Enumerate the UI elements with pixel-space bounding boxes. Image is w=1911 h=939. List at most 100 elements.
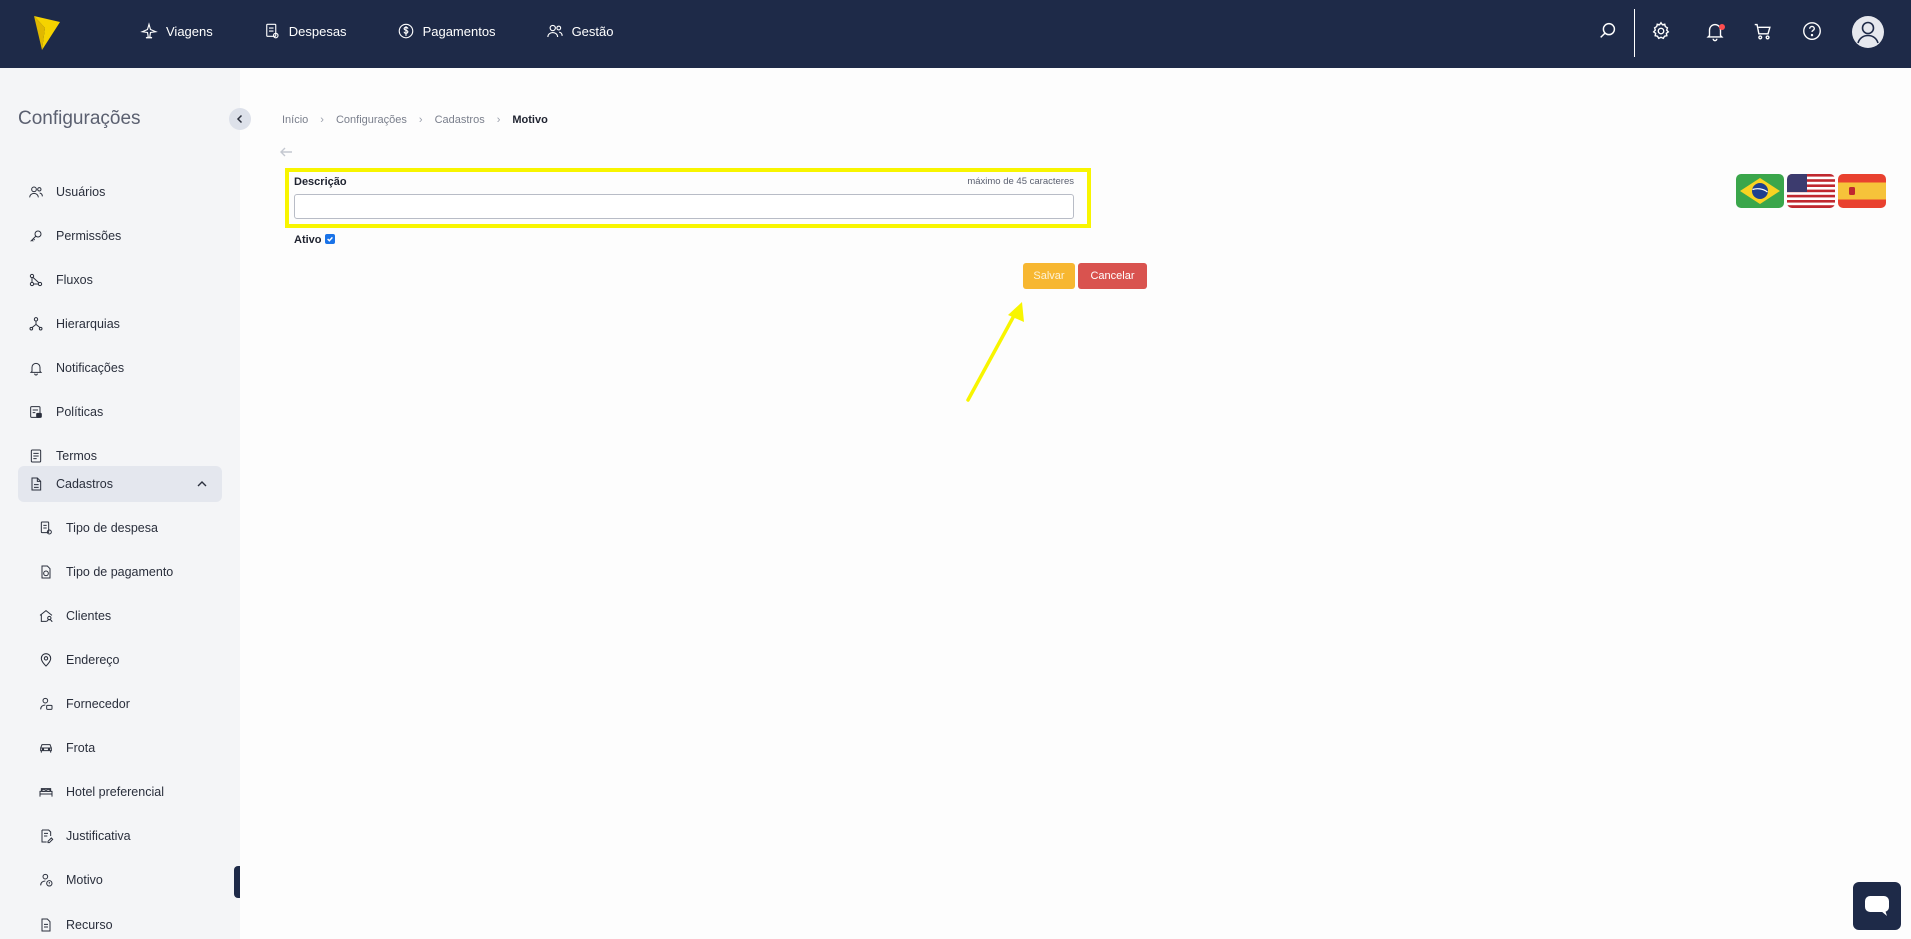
sidebar-item-label: Notificações	[56, 361, 125, 375]
sidebar-title: Configurações	[18, 108, 141, 129]
breadcrumb-inicio[interactable]: Início	[282, 114, 308, 126]
payment-type-icon	[41, 565, 51, 579]
settings-button[interactable]	[1650, 20, 1672, 42]
chat-button[interactable]	[1853, 882, 1901, 930]
sidebar-subitem-tipo-de-pagamento[interactable]: Tipo de pagamento	[38, 555, 228, 589]
supplier-icon	[40, 697, 53, 710]
sidebar: Configurações Usuários Permissões Fluxos…	[0, 68, 240, 939]
sidebar-collapse-button[interactable]	[229, 108, 251, 130]
chevron-left-icon	[236, 114, 243, 124]
sidebar-subitem-label: Hotel preferencial	[66, 785, 164, 799]
search-button[interactable]	[1597, 20, 1619, 42]
breadcrumb-separator-icon: ›	[496, 114, 501, 126]
sidebar-subitem-label: Motivo	[66, 873, 103, 887]
help-icon	[1803, 22, 1821, 40]
active-checkbox[interactable]	[325, 234, 335, 244]
expense-type-icon	[40, 521, 52, 535]
check-icon	[327, 236, 333, 242]
sidebar-subitem-recurso[interactable]: Recurso	[38, 908, 228, 939]
brazil-flag-icon[interactable]	[1736, 174, 1784, 208]
nav-label: Despesas	[288, 23, 347, 39]
help-button[interactable]	[1801, 20, 1823, 42]
sidebar-item-cadastros[interactable]: Cadastros	[18, 466, 222, 502]
location-pin-icon	[40, 653, 52, 667]
description-input[interactable]	[294, 194, 1074, 219]
sidebar-subitem-motivo[interactable]: Motivo	[38, 863, 228, 897]
breadcrumb-cadastros[interactable]: Cadastros	[435, 114, 485, 126]
breadcrumb-current: Motivo	[512, 114, 548, 126]
cart-button[interactable]	[1752, 20, 1774, 42]
sidebar-item-notificacoes[interactable]: Notificações	[18, 350, 222, 386]
sidebar-item-label: Cadastros	[56, 477, 113, 491]
cart-icon	[1754, 23, 1771, 40]
document-icon	[30, 449, 42, 463]
sidebar-subitem-label: Clientes	[66, 609, 112, 623]
sidebar-subitem-frota[interactable]: Frota	[38, 731, 228, 765]
chat-bubble-icon	[1865, 896, 1889, 916]
nav-label: Pagamentos	[422, 23, 496, 39]
hierarchy-icon	[29, 317, 43, 331]
search-icon	[1600, 22, 1616, 38]
users-icon	[29, 186, 43, 198]
gear-icon	[1652, 21, 1670, 40]
receipt-icon	[265, 23, 279, 39]
sidebar-subitem-tipo-de-despesa[interactable]: Tipo de despesa	[38, 511, 228, 545]
sidebar-subitem-label: Tipo de pagamento	[66, 565, 174, 579]
sidebar-subitem-label: Frota	[66, 741, 96, 755]
spain-flag-icon[interactable]	[1838, 174, 1886, 208]
bell-icon	[29, 362, 43, 376]
nav-gestao[interactable]: Gestão	[546, 22, 614, 40]
sidebar-subitem-justificativa[interactable]: Justificativa	[38, 819, 228, 853]
notification-dot	[1719, 24, 1725, 30]
sidebar-subitem-clientes[interactable]: Clientes	[38, 599, 228, 633]
edit-document-icon	[41, 829, 54, 844]
chevron-up-icon	[197, 481, 207, 487]
breadcrumb-separator-icon: ›	[320, 114, 324, 126]
description-hint: máximo de 45 caracteres	[967, 176, 1074, 187]
resource-icon	[41, 918, 51, 932]
sidebar-subitem-label: Justificativa	[66, 829, 131, 843]
sidebar-item-label: Políticas	[56, 405, 104, 419]
sidebar-item-politicas[interactable]: Políticas	[18, 394, 222, 430]
sidebar-item-label: Hierarquias	[56, 317, 120, 331]
nav-pagamentos[interactable]: Pagamentos	[397, 22, 496, 40]
sidebar-item-usuarios[interactable]: Usuários	[18, 174, 222, 210]
sidebar-item-label: Fluxos	[56, 273, 93, 287]
sidebar-subitem-label: Tipo de despesa	[66, 521, 158, 535]
logo-icon[interactable]	[32, 14, 62, 52]
user-avatar-icon	[1857, 21, 1879, 44]
save-button[interactable]: Salvar	[1023, 263, 1075, 289]
main-nav: Viagens Despesas Pagamentos Gestão	[140, 0, 663, 62]
sidebar-subitem-fornecedor[interactable]: Fornecedor	[38, 687, 228, 721]
usa-flag-icon[interactable]	[1787, 174, 1835, 208]
sidebar-subitem-label: Endereço	[66, 653, 120, 667]
nav-label: Gestão	[571, 23, 614, 39]
nav-despesas[interactable]: Despesas	[263, 22, 347, 40]
sidebar-subitem-hotel-preferencial[interactable]: Hotel preferencial	[38, 775, 228, 809]
sidebar-item-hierarquias[interactable]: Hierarquias	[18, 306, 222, 342]
bed-icon	[39, 788, 53, 797]
breadcrumb-separator-icon: ›	[418, 114, 423, 126]
car-icon	[40, 744, 52, 753]
breadcrumb: Início › Configurações › Cadastros › Mot…	[282, 114, 548, 126]
active-label: Ativo	[294, 234, 322, 246]
breadcrumb-configuracoes[interactable]: Configurações	[336, 114, 407, 126]
sidebar-item-fluxos[interactable]: Fluxos	[18, 262, 222, 298]
language-selector	[1736, 174, 1886, 208]
sidebar-subitem-endereco[interactable]: Endereço	[38, 643, 228, 677]
plane-icon	[140, 22, 158, 39]
nav-label: Viagens	[166, 23, 213, 39]
policy-icon	[30, 406, 42, 418]
nav-viagens[interactable]: Viagens	[140, 22, 213, 40]
cancel-button[interactable]: Cancelar	[1078, 263, 1147, 289]
back-arrow-icon[interactable]	[278, 144, 294, 160]
file-icon	[31, 477, 42, 491]
sidebar-item-permissoes[interactable]: Permissões	[18, 218, 222, 254]
avatar[interactable]	[1852, 16, 1884, 48]
sidebar-subitem-label: Recurso	[66, 918, 113, 932]
home-user-icon	[39, 610, 53, 623]
top-navigation-bar: Viagens Despesas Pagamentos Gestão	[0, 0, 1911, 68]
sidebar-item-label: Permissões	[56, 229, 122, 243]
users-icon	[546, 24, 563, 38]
annotation-arrow-icon	[966, 302, 1024, 402]
